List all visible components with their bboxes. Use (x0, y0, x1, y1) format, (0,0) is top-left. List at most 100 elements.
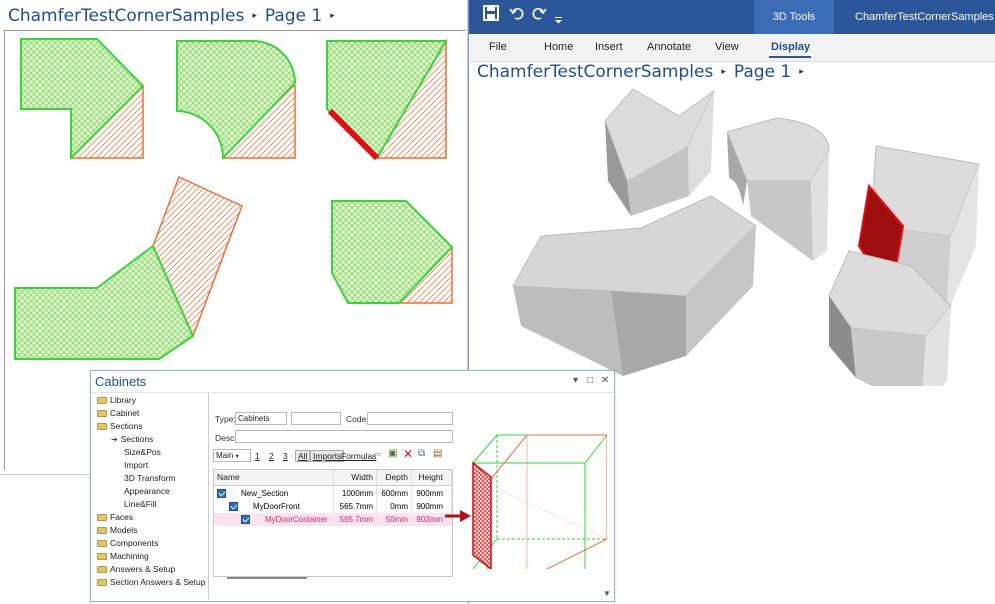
row-depth: 0mm (377, 500, 412, 513)
tree-item-sections-child[interactable]: ➔ Sections (111, 434, 153, 444)
type-extra-input[interactable] (291, 412, 341, 425)
tree-item-import[interactable]: Import (124, 460, 148, 470)
tree-label: Models (110, 525, 138, 535)
tree-item-3d-transform[interactable]: 3D Transform (124, 473, 176, 483)
breadcrumb: ChamferTestCornerSamples ▸ Page 1 ▸ (8, 6, 343, 26)
copy-icon[interactable]: ⧉ (418, 448, 425, 459)
sample-shape-chamfer[interactable] (20, 38, 145, 161)
row-depth: 600mm (377, 487, 412, 500)
tree-item-answers-setup[interactable]: Answers & Setup (97, 564, 175, 574)
3d-block-bent[interactable] (512, 195, 757, 376)
horizontal-scrollbar[interactable] (227, 577, 307, 579)
tree-item-line-fill[interactable]: Line&Fill (124, 499, 157, 509)
save-icon[interactable] (483, 5, 499, 26)
panel-menu-icon[interactable]: ▾ (573, 375, 578, 386)
column-header-height[interactable]: Height (412, 470, 452, 486)
tab-display[interactable]: Display (771, 41, 810, 53)
folder-icon (97, 526, 107, 534)
tree-item-components[interactable]: Components (97, 538, 158, 548)
3d-block-chamfer[interactable] (604, 88, 716, 216)
tree-item-models[interactable]: Models (97, 525, 137, 535)
tree-item-library[interactable]: Library (97, 395, 136, 405)
tree-item-faces[interactable]: Faces (97, 512, 133, 522)
tree-label: Answers & Setup (110, 564, 176, 574)
column-header-depth[interactable]: Depth (377, 470, 412, 486)
tree-item-size-pos[interactable]: Size&Pos (124, 447, 161, 457)
sample-shape-octagon[interactable] (331, 199, 454, 304)
tree-label: Components (110, 538, 159, 548)
type-label: Type: (215, 414, 236, 424)
tree-item-machining[interactable]: Machining (97, 551, 149, 561)
row-name: MyDoorFront (253, 500, 334, 513)
breadcrumb-separator-icon: ▸ (721, 67, 726, 77)
tree-label: Appearance (124, 486, 170, 496)
tab-insert[interactable]: Insert (595, 41, 623, 53)
breadcrumb-page[interactable]: Page 1 (265, 6, 322, 26)
folder-icon (97, 513, 107, 521)
main-select[interactable]: Main ▾ (213, 449, 251, 462)
maximize-icon[interactable]: □ (587, 375, 593, 386)
row-checkbox[interactable] (241, 515, 250, 524)
swap-icon[interactable]: ⇔ (372, 448, 383, 460)
title-bar: 3D Tools ChamferTestCornerSamples (469, 0, 995, 34)
tree-label: Sections (120, 434, 154, 444)
row-checkbox[interactable] (217, 489, 226, 498)
row-name: MyDoorContainer (265, 513, 334, 526)
cabinet-preview (467, 429, 609, 580)
breadcrumb-separator-icon: ▸ (799, 67, 804, 77)
tab-3d-tools[interactable]: 3D Tools (754, 0, 834, 34)
row-checkbox[interactable] (229, 502, 238, 511)
desc-input[interactable] (235, 430, 453, 443)
folder-icon (97, 539, 107, 547)
breadcrumb: ChamferTestCornerSamples ▸ Page 1 ▸ (477, 62, 812, 82)
sample-shape-selected-edge[interactable] (326, 38, 448, 161)
tab-file[interactable]: File (489, 41, 507, 53)
code-label: Code: (346, 414, 369, 424)
redo-icon[interactable] (531, 5, 547, 26)
tree-label: Cabinet (110, 408, 140, 418)
type-input[interactable]: Cabinets (235, 412, 287, 425)
tab-home[interactable]: Home (544, 41, 573, 53)
desc-label: Desc: (215, 433, 237, 443)
level-3-button[interactable]: 3 (283, 451, 288, 461)
table-row[interactable]: New_Section 1000mm 600mm 900mm (214, 487, 452, 500)
panel-title: Cabinets (95, 374, 147, 389)
sample-shape-round[interactable] (176, 40, 297, 161)
breadcrumb-document[interactable]: ChamferTestCornerSamples (477, 62, 713, 82)
new-icon[interactable]: ▣ (388, 448, 397, 459)
tree-label: Machining (110, 551, 149, 561)
scroll-down-icon[interactable]: ▼ (603, 589, 611, 598)
paste-icon[interactable]: ▤ (433, 448, 442, 459)
table-row-selected[interactable]: MyDoorContainer 565.7mm 50mm 902mm (214, 513, 452, 526)
close-icon[interactable]: ✕ (601, 375, 609, 386)
tree-item-sections[interactable]: Sections (97, 421, 143, 431)
level-1-button[interactable]: 1 (255, 451, 260, 461)
tree-item-cabinet[interactable]: Cabinet (97, 408, 139, 418)
breadcrumb-page[interactable]: Page 1 (734, 62, 791, 82)
quick-access-dropdown-icon[interactable] (555, 11, 562, 24)
column-header-name[interactable]: Name (214, 470, 334, 486)
row-depth: 50mm (377, 513, 412, 526)
imports-button[interactable]: Imports (310, 450, 345, 462)
delete-icon[interactable]: ✕ (403, 447, 413, 461)
tree-item-appearance[interactable]: Appearance (124, 486, 170, 496)
window-title: ChamferTestCornerSamples (855, 11, 994, 23)
all-button[interactable]: All (295, 450, 311, 462)
breadcrumb-document[interactable]: ChamferTestCornerSamples (8, 6, 244, 26)
level-2-button[interactable]: 2 (269, 451, 274, 461)
tab-view[interactable]: View (715, 41, 739, 53)
table-row[interactable]: MyDoorFront 565.7mm 0mm 900mm (214, 500, 452, 513)
code-input[interactable] (367, 412, 453, 425)
undo-icon[interactable] (509, 5, 525, 26)
folder-icon (97, 565, 107, 573)
folder-icon (97, 422, 107, 430)
row-width: 1000mm (334, 487, 377, 500)
folder-icon (97, 552, 107, 560)
row-width: 565.7mm (334, 500, 377, 513)
tab-annotate[interactable]: Annotate (647, 41, 691, 53)
3d-viewport[interactable] (471, 86, 995, 411)
sample-shape-bent[interactable] (14, 175, 243, 360)
tree-item-section-answers-setup[interactable]: Section Answers & Setup (97, 577, 205, 587)
sections-grid: Name Width Depth Height New_Section 1000… (213, 469, 453, 577)
column-header-width[interactable]: Width (334, 470, 377, 486)
